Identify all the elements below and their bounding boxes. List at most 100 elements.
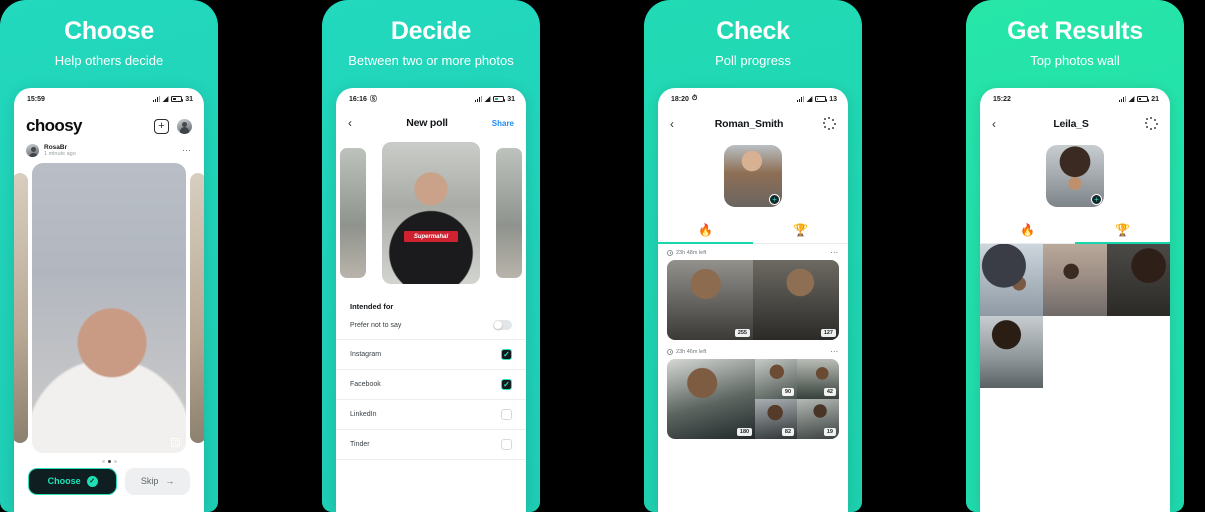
battery-percent: 13 (829, 95, 837, 103)
skip-button[interactable]: Skip → (125, 467, 190, 495)
option-label: Tinder (350, 441, 370, 448)
tab-results[interactable]: 🏆 (753, 217, 848, 243)
flame-icon: 🔥 (1020, 223, 1035, 237)
signal-icon (796, 96, 804, 102)
phone-mockup-1: 15:59 ◢ 31 choosy + RosaBr 1 minute ago … (14, 88, 204, 512)
alarm-icon: Ⓢ (369, 96, 377, 103)
plus-icon[interactable]: + (154, 118, 169, 134)
post-header: RosaBr 1 minute ago ⋯ (14, 142, 204, 163)
profile-photo[interactable]: + (1046, 145, 1104, 207)
option-row-facebook[interactable]: Facebook ✓ (336, 370, 526, 400)
choose-button-label: Choose (47, 476, 81, 487)
signal-icon (152, 96, 160, 102)
tab-active-polls[interactable]: 🔥 (658, 217, 753, 244)
trophy-icon: 🏆 (793, 223, 808, 237)
tab-results[interactable]: 🏆 (1075, 217, 1170, 244)
poll-photo[interactable]: 127 (753, 260, 839, 340)
option-label: Facebook (350, 381, 381, 388)
promo-subtitle: Top photos wall (1030, 52, 1120, 68)
signal-icon (474, 96, 482, 102)
app-brand: choosy (26, 116, 83, 135)
page-dot[interactable] (101, 459, 105, 463)
tab-active-polls[interactable]: 🔥 (980, 217, 1075, 243)
plus-badge-icon[interactable]: + (769, 194, 780, 205)
multi-photo-icon: ◫ (171, 437, 180, 447)
option-label: Prefer not to say (350, 321, 402, 329)
option-row-linkedin[interactable]: LinkedIn (336, 400, 526, 430)
poll-photo-grid: 180 90 42 82 19 (667, 359, 839, 439)
profile-photo[interactable]: + (724, 145, 782, 207)
page-title: Roman_Smith (714, 117, 784, 130)
avatar[interactable] (177, 118, 192, 134)
promo-text-block: Get Results Top photos wall (966, 0, 1184, 69)
dot-grid-icon[interactable] (1145, 117, 1158, 130)
check-circle-icon: ✓ (86, 475, 98, 487)
screenshot-stage: Choose Help others decide 15:59 ◢ 31 cho… (0, 0, 1205, 512)
strip-next-photo[interactable] (496, 148, 522, 278)
chevron-left-icon[interactable]: ‹ (348, 117, 370, 129)
vote-count: 180 (736, 427, 753, 436)
checkbox-unchecked[interactable] (501, 439, 512, 450)
promo-title: Get Results (1007, 17, 1143, 45)
carousel-main-photo[interactable]: ◫ (32, 162, 186, 453)
photo-umbrella[interactable] (980, 244, 1044, 316)
poll-photo[interactable]: 19 (797, 399, 839, 439)
promo-title: Choose (64, 17, 154, 45)
flame-icon: 🔥 (698, 223, 713, 237)
post-timestamp: 1 minute ago (44, 151, 76, 158)
clock-icon (667, 349, 673, 355)
vote-count: 127 (820, 328, 836, 337)
action-row: Choose ✓ Skip → (14, 467, 204, 495)
poll-photo[interactable]: 90 (755, 359, 798, 399)
poll-photo[interactable]: 180 (667, 359, 756, 439)
promo-text-block: Decide Between two or more photos (322, 0, 540, 69)
more-horizontal-icon[interactable]: ⋯ (830, 249, 839, 258)
dot-grid-icon[interactable] (823, 117, 836, 130)
page-title: New poll (406, 117, 448, 129)
option-row-instagram[interactable]: Instagram ✓ (336, 340, 526, 370)
promo-subtitle: Between two or more photos (348, 52, 514, 68)
carousel-prev-card[interactable] (14, 172, 28, 443)
photo-carousel[interactable]: ◫ (14, 162, 204, 453)
strip-main-photo[interactable]: Supermahal (382, 142, 480, 284)
chevron-left-icon[interactable]: ‹ (670, 118, 692, 130)
status-bar: 16:16 Ⓢ ◢ 31 (336, 88, 526, 110)
vote-count: 255 (734, 328, 750, 337)
option-row-prefer-not-to-say[interactable]: Prefer not to say (336, 311, 526, 340)
photo-desk[interactable] (1106, 244, 1170, 316)
checkbox-unchecked[interactable] (501, 409, 512, 420)
tab-bar: 🔥 🏆 (980, 217, 1170, 244)
poll-photo[interactable]: 255 (667, 260, 753, 340)
chevron-left-icon[interactable]: ‹ (992, 118, 1014, 130)
page-dot-active[interactable] (107, 459, 111, 463)
photo-caption: Supermahal (403, 231, 459, 243)
option-row-tinder[interactable]: Tinder (336, 430, 526, 460)
toggle-switch[interactable] (493, 320, 512, 330)
more-horizontal-icon[interactable]: ⋯ (182, 146, 192, 154)
checkbox-checked[interactable]: ✓ (501, 379, 512, 390)
poll-photo[interactable]: 42 (797, 359, 839, 399)
poll-photo-strip[interactable]: Supermahal (336, 138, 526, 288)
promo-subtitle: Poll progress (715, 52, 791, 68)
page-dot[interactable] (113, 459, 117, 463)
photo-coffee[interactable] (980, 316, 1044, 388)
photo-street[interactable] (1043, 244, 1107, 316)
promo-subtitle: Help others decide (54, 52, 164, 68)
post-author: RosaBr (44, 144, 68, 151)
carousel-next-card[interactable] (190, 172, 204, 443)
choose-button[interactable]: Choose ✓ (28, 467, 118, 495)
plus-badge-icon[interactable]: + (1091, 194, 1102, 205)
checkbox-checked[interactable]: ✓ (501, 349, 512, 360)
poll-card[interactable]: 23h 48m left ⋯ 255 127 (658, 244, 848, 340)
poll-card[interactable]: 23h 46m left ⋯ 180 90 42 82 19 (658, 340, 848, 439)
phone-mockup-2: 16:16 Ⓢ ◢ 31 ‹ New poll Share Supermahal… (336, 88, 526, 512)
poll-photo[interactable]: 82 (755, 399, 798, 439)
strip-prev-photo[interactable] (340, 148, 366, 278)
battery-icon (493, 96, 506, 102)
more-horizontal-icon[interactable]: ⋯ (830, 348, 839, 357)
status-bar: 15:22 ◢ 21 (980, 88, 1170, 110)
status-time: 18:20 (671, 95, 689, 103)
wifi-icon: ◢ (162, 95, 169, 103)
share-button[interactable]: Share (484, 119, 514, 128)
signal-icon (1118, 96, 1126, 102)
